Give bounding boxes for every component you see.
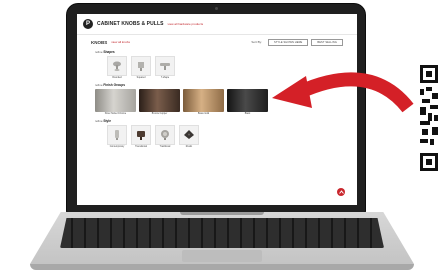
red-arrow-icon xyxy=(272,72,414,113)
qr-code xyxy=(418,63,440,175)
laptop-mockup: P CABINET KNOBS & PULLS view all hardwar… xyxy=(0,0,443,277)
